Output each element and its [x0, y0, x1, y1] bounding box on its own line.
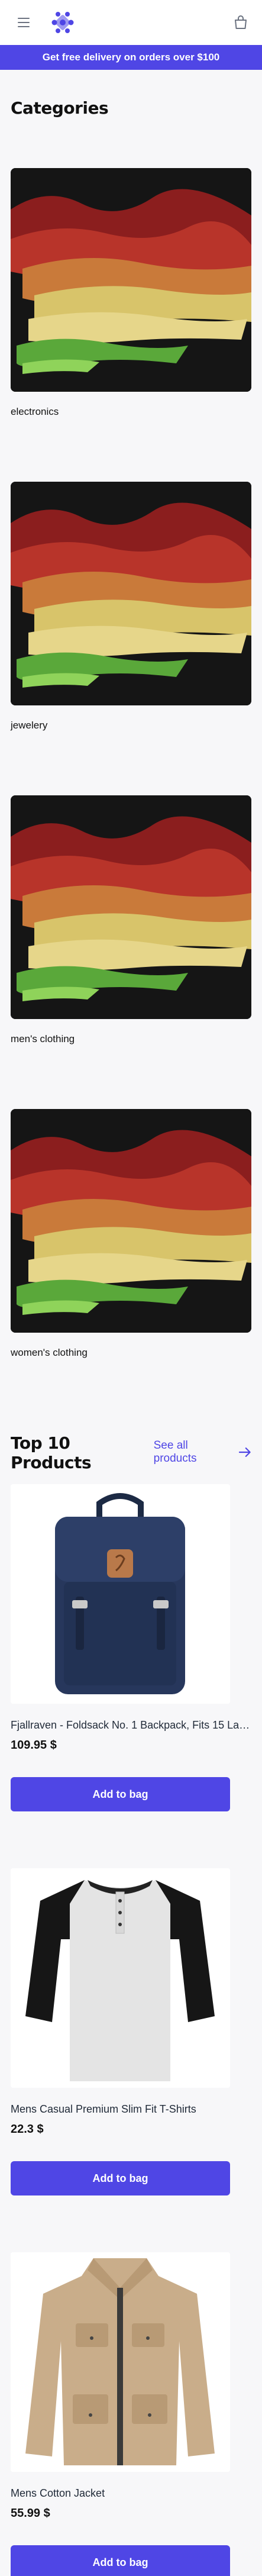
product-image-backpack[interactable]: [11, 1484, 230, 1704]
category-label: men's clothing: [11, 1033, 75, 1044]
category-image: [11, 795, 251, 1019]
categories-heading: Categories: [11, 98, 109, 118]
product-card: Mens Casual Premium Slim Fit T-Shirts 22…: [0, 1868, 262, 2195]
category-card-electronics[interactable]: electronics: [11, 168, 251, 482]
see-all-products-link[interactable]: See all products: [154, 1439, 251, 1465]
category-label: women's clothing: [11, 1347, 88, 1358]
product-name[interactable]: Fjallraven - Foldsack No. 1 Backpack, Fi…: [11, 1719, 251, 1732]
category-image: [11, 168, 251, 392]
category-label: jewelery: [11, 720, 48, 731]
category-card-jewelery[interactable]: jewelery: [11, 482, 251, 795]
top-navigation-bar: [0, 0, 262, 45]
top-products-heading: Top 10 Products: [11, 1433, 92, 1472]
top-products-header: Top 10 Products See all products: [11, 1423, 251, 1484]
category-image: [11, 1109, 251, 1333]
product-name[interactable]: Mens Casual Premium Slim Fit T-Shirts: [11, 2103, 251, 2116]
product-price: 55.99 $: [11, 2507, 50, 2520]
promo-text: Get free delivery on orders over $100: [42, 51, 220, 63]
product-card: Fjallraven - Foldsack No. 1 Backpack, Fi…: [0, 1484, 262, 1811]
product-name[interactable]: Mens Cotton Jacket: [11, 2487, 251, 2500]
category-label: electronics: [11, 406, 59, 417]
shopping-bag-icon[interactable]: [232, 14, 249, 31]
main-content: Categories electronics jewelery men's cl…: [0, 70, 262, 1484]
product-price: 22.3 $: [11, 2123, 44, 2136]
product-image-jacket[interactable]: [11, 2252, 230, 2472]
category-card-mens-clothing[interactable]: men's clothing: [11, 795, 251, 1109]
add-to-bag-button[interactable]: Add to bag: [11, 2545, 230, 2576]
free-delivery-banner: Get free delivery on orders over $100: [0, 45, 262, 70]
hamburger-menu-icon[interactable]: [17, 15, 31, 30]
product-card: Mens Cotton Jacket 55.99 $ Add to bag: [0, 2252, 262, 2576]
category-card-womens-clothing[interactable]: women's clothing: [11, 1109, 251, 1423]
product-image-tshirt[interactable]: [11, 1868, 230, 2088]
add-to-bag-button[interactable]: Add to bag: [11, 1777, 230, 1811]
see-all-label: See all products: [153, 1439, 197, 1465]
top-products-list: Fjallraven - Foldsack No. 1 Backpack, Fi…: [0, 1484, 262, 2576]
product-price: 109.95 $: [11, 1739, 57, 1752]
add-to-bag-button[interactable]: Add to bag: [11, 2161, 230, 2195]
arrow-right-icon: [239, 1447, 251, 1457]
brand-logo-icon[interactable]: [50, 9, 76, 36]
category-image: [11, 482, 251, 705]
